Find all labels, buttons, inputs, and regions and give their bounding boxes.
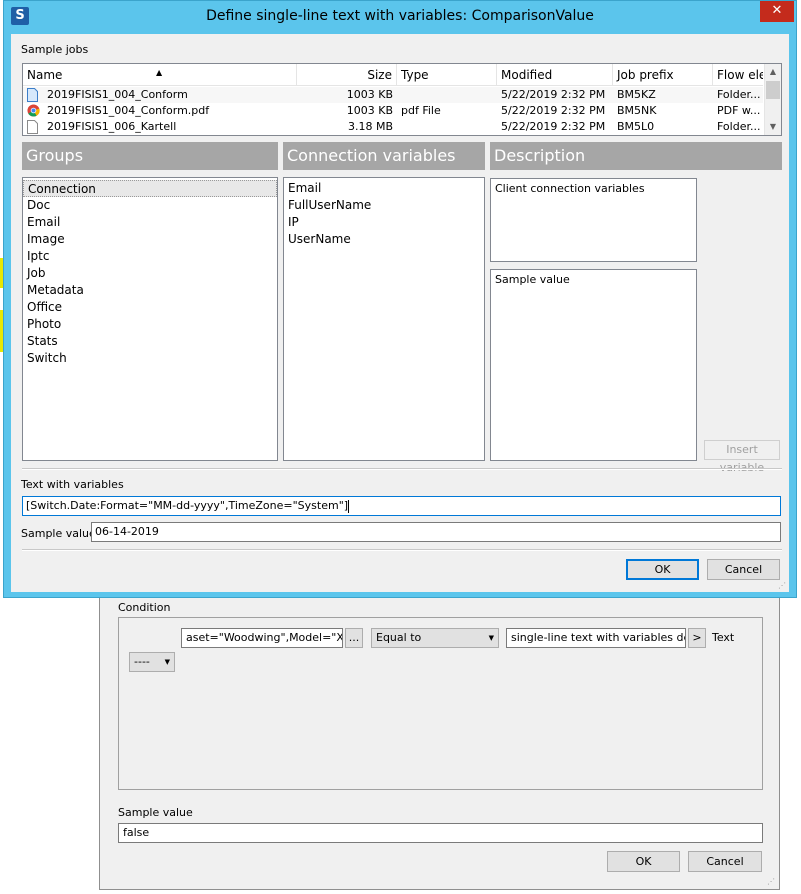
- text-with-variables-input[interactable]: [Switch.Date:Format="MM-dd-yyyy",TimeZon…: [22, 496, 781, 516]
- column-header-flow-element[interactable]: Flow ele: [713, 64, 763, 86]
- scrollbar-thumb[interactable]: [766, 81, 780, 99]
- sample-value-box: Sample value: [490, 269, 697, 461]
- table-row[interactable]: 2019FISIS1_006_Kartell 3.18 MB 5/22/2019…: [23, 119, 763, 135]
- list-item[interactable]: Connection: [23, 180, 277, 197]
- operator-value: Equal to: [376, 631, 422, 644]
- divider: [22, 469, 782, 470]
- groups-header: Groups: [22, 142, 278, 170]
- expand-button[interactable]: >: [688, 628, 706, 648]
- list-item[interactable]: Email: [284, 180, 484, 197]
- operator-select[interactable]: Equal to ▼: [371, 628, 499, 648]
- list-item[interactable]: Iptc: [23, 248, 277, 265]
- sample-value-field[interactable]: 06-14-2019: [91, 522, 781, 542]
- description-header: Description: [490, 142, 782, 170]
- sort-up-icon: ▲: [156, 68, 163, 77]
- groups-list[interactable]: Connection Doc Email Image Iptc Job Meta…: [22, 177, 278, 461]
- sample-value-label: Sample value: [118, 806, 193, 819]
- list-item[interactable]: Doc: [23, 197, 277, 214]
- insert-variable-button[interactable]: Insert variable: [704, 440, 780, 474]
- table-row[interactable]: 2019FISIS1_004_Conform.pdf 1003 KB pdf F…: [23, 103, 763, 119]
- column-header-name[interactable]: Name ▲: [23, 64, 297, 86]
- list-item[interactable]: IP: [284, 214, 484, 231]
- define-text-dialog: S Define single-line text with variables…: [3, 0, 797, 598]
- folder-doc-icon: [27, 88, 38, 102]
- sample-jobs-label: Sample jobs: [21, 43, 89, 56]
- text-caret: [348, 499, 350, 513]
- list-item[interactable]: Email: [23, 214, 277, 231]
- text-with-variables-value: [Switch.Date:Format="MM-dd-yyyy",TimeZon…: [26, 499, 349, 512]
- type-label: Text: [712, 631, 735, 644]
- divider: [22, 550, 782, 551]
- list-item[interactable]: UserName: [284, 231, 484, 248]
- list-item[interactable]: Switch: [23, 350, 277, 367]
- logic-value: ----: [134, 655, 150, 668]
- column-header-modified[interactable]: Modified: [497, 64, 613, 86]
- sample-jobs-list[interactable]: Name ▲ Size Type Modified Job prefix Flo…: [22, 63, 782, 136]
- condition-box: aset="Woodwing",Model="XML"] ... Equal t…: [118, 617, 763, 790]
- condition-left-field[interactable]: aset="Woodwing",Model="XML"]: [181, 628, 343, 648]
- condition-dialog: Condition aset="Woodwing",Model="XML"] .…: [99, 594, 780, 890]
- ok-button[interactable]: OK: [626, 559, 699, 580]
- browse-button[interactable]: ...: [345, 628, 363, 648]
- list-scrollbar[interactable]: ▲ ▼: [764, 64, 781, 135]
- list-header: Name ▲ Size Type Modified Job prefix Flo…: [23, 64, 763, 86]
- close-button[interactable]: ✕: [760, 1, 794, 22]
- column-header-job-prefix[interactable]: Job prefix: [613, 64, 713, 86]
- connection-variables-header: Connection variables: [283, 142, 485, 170]
- resize-grip[interactable]: ⋰: [767, 877, 777, 887]
- condition-right-field[interactable]: single-line text with variables defined: [506, 628, 686, 648]
- chevron-down-icon: ▼: [164, 658, 170, 666]
- title-bar[interactable]: S Define single-line text with variables…: [4, 1, 796, 33]
- text-with-variables-label: Text with variables: [21, 478, 124, 491]
- list-item[interactable]: Office: [23, 299, 277, 316]
- list-item[interactable]: Image: [23, 231, 277, 248]
- list-item[interactable]: FullUserName: [284, 197, 484, 214]
- chevron-down-icon[interactable]: ▼: [765, 119, 781, 135]
- window-title: Define single-line text with variables: …: [206, 8, 594, 24]
- cancel-button[interactable]: Cancel: [688, 851, 762, 872]
- chrome-icon: [27, 104, 40, 117]
- blank-doc-icon: [27, 120, 38, 134]
- cancel-button[interactable]: Cancel: [707, 559, 780, 580]
- sample-value-field[interactable]: false: [118, 823, 763, 843]
- ok-button[interactable]: OK: [607, 851, 680, 872]
- condition-label: Condition: [118, 601, 171, 614]
- dialog-content: Sample jobs Name ▲ Size Type Modified Jo…: [11, 34, 789, 592]
- sample-value-label: Sample value: [21, 527, 96, 540]
- list-item[interactable]: Job: [23, 265, 277, 282]
- chevron-up-icon[interactable]: ▲: [765, 64, 781, 80]
- list-item[interactable]: Metadata: [23, 282, 277, 299]
- close-icon: ✕: [771, 3, 783, 18]
- column-header-size[interactable]: Size: [297, 64, 397, 86]
- table-row[interactable]: 2019FISIS1_004_Conform 1003 KB 5/22/2019…: [23, 87, 763, 103]
- chevron-down-icon: ▼: [488, 634, 494, 642]
- resize-grip[interactable]: ⋰: [778, 581, 788, 591]
- variables-list[interactable]: Email FullUserName IP UserName: [283, 177, 485, 461]
- column-header-type[interactable]: Type: [397, 64, 497, 86]
- description-box: Client connection variables: [490, 178, 697, 262]
- list-item[interactable]: Stats: [23, 333, 277, 350]
- list-item[interactable]: Photo: [23, 316, 277, 333]
- logic-select[interactable]: ---- ▼: [129, 652, 175, 672]
